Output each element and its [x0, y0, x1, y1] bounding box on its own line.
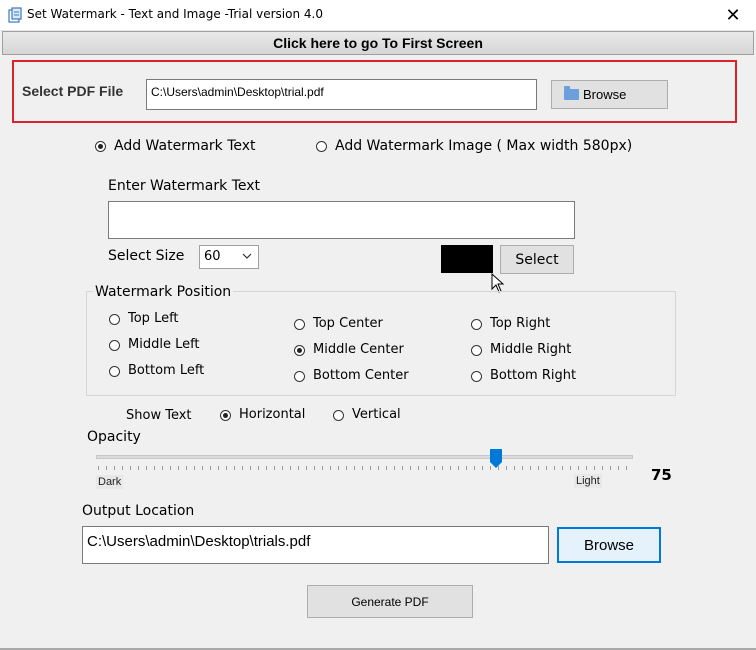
add-image-radio[interactable] [316, 141, 327, 152]
opacity-slider-track[interactable] [96, 455, 633, 459]
app-icon [8, 7, 22, 23]
opacity-dark-label: Dark [96, 475, 124, 489]
chevron-down-icon [242, 253, 252, 259]
horizontal-radio[interactable] [220, 410, 231, 421]
position-top-center-radio[interactable] [294, 319, 305, 330]
position-bottom-right-label: Bottom Right [490, 368, 577, 383]
position-bottom-left-label: Bottom Left [128, 363, 205, 378]
folder-icon [564, 86, 579, 100]
position-middle-left-label: Middle Left [128, 337, 200, 352]
output-path-input[interactable]: C:\Users\admin\Desktop\trials.pdf [82, 526, 549, 564]
opacity-label: Opacity [87, 429, 141, 445]
position-top-right-label: Top Right [490, 316, 551, 331]
opacity-value: 75 [651, 466, 672, 484]
position-top-left-radio[interactable] [109, 314, 120, 325]
vertical-radio[interactable] [333, 410, 344, 421]
generate-pdf-button[interactable]: Generate PDF [307, 585, 473, 618]
watermark-position-title: Watermark Position [93, 284, 234, 300]
window-title: Set Watermark - Text and Image -Trial ve… [27, 7, 323, 21]
position-bottom-left-radio[interactable] [109, 366, 120, 377]
output-location-label: Output Location [82, 503, 195, 519]
position-bottom-right-radio[interactable] [471, 371, 482, 382]
position-bottom-center-label: Bottom Center [313, 368, 409, 383]
pdf-path-input[interactable]: C:\Users\admin\Desktop\trial.pdf [146, 79, 537, 110]
select-size-label: Select Size [108, 248, 185, 264]
position-middle-left-radio[interactable] [109, 340, 120, 351]
position-top-center-label: Top Center [313, 316, 383, 331]
close-button[interactable]: ✕ [710, 0, 756, 30]
add-text-label: Add Watermark Text [114, 138, 256, 154]
horizontal-label: Horizontal [239, 407, 306, 422]
pdf-file-label: Select PDF File [22, 83, 124, 99]
show-text-label: Show Text [126, 408, 192, 423]
watermark-text-input[interactable] [108, 201, 575, 239]
vertical-label: Vertical [352, 407, 401, 422]
watermark-text-label: Enter Watermark Text [108, 178, 261, 194]
color-swatch[interactable] [441, 245, 493, 273]
position-top-left-label: Top Left [128, 311, 179, 326]
position-middle-center-radio[interactable] [294, 345, 305, 356]
close-icon: ✕ [725, 4, 741, 26]
position-middle-center-label: Middle Center [313, 342, 404, 357]
opacity-slider-thumb[interactable] [490, 449, 502, 468]
pdf-browse-label: Browse [583, 87, 627, 102]
position-bottom-center-radio[interactable] [294, 371, 305, 382]
output-browse-button[interactable]: Browse [557, 527, 661, 563]
first-screen-button[interactable]: Click here to go To First Screen [2, 31, 754, 55]
add-image-label: Add Watermark Image ( Max width 580px) [335, 138, 633, 154]
pdf-browse-button[interactable]: Browse [551, 80, 668, 109]
color-select-button[interactable]: Select [500, 245, 574, 274]
position-middle-right-radio[interactable] [471, 345, 482, 356]
add-text-radio[interactable] [95, 141, 106, 152]
opacity-slider-ticks [98, 466, 633, 470]
mouse-cursor-icon [491, 273, 505, 293]
opacity-light-label: Light [574, 474, 602, 488]
position-top-right-radio[interactable] [471, 319, 482, 330]
position-middle-right-label: Middle Right [490, 342, 572, 357]
